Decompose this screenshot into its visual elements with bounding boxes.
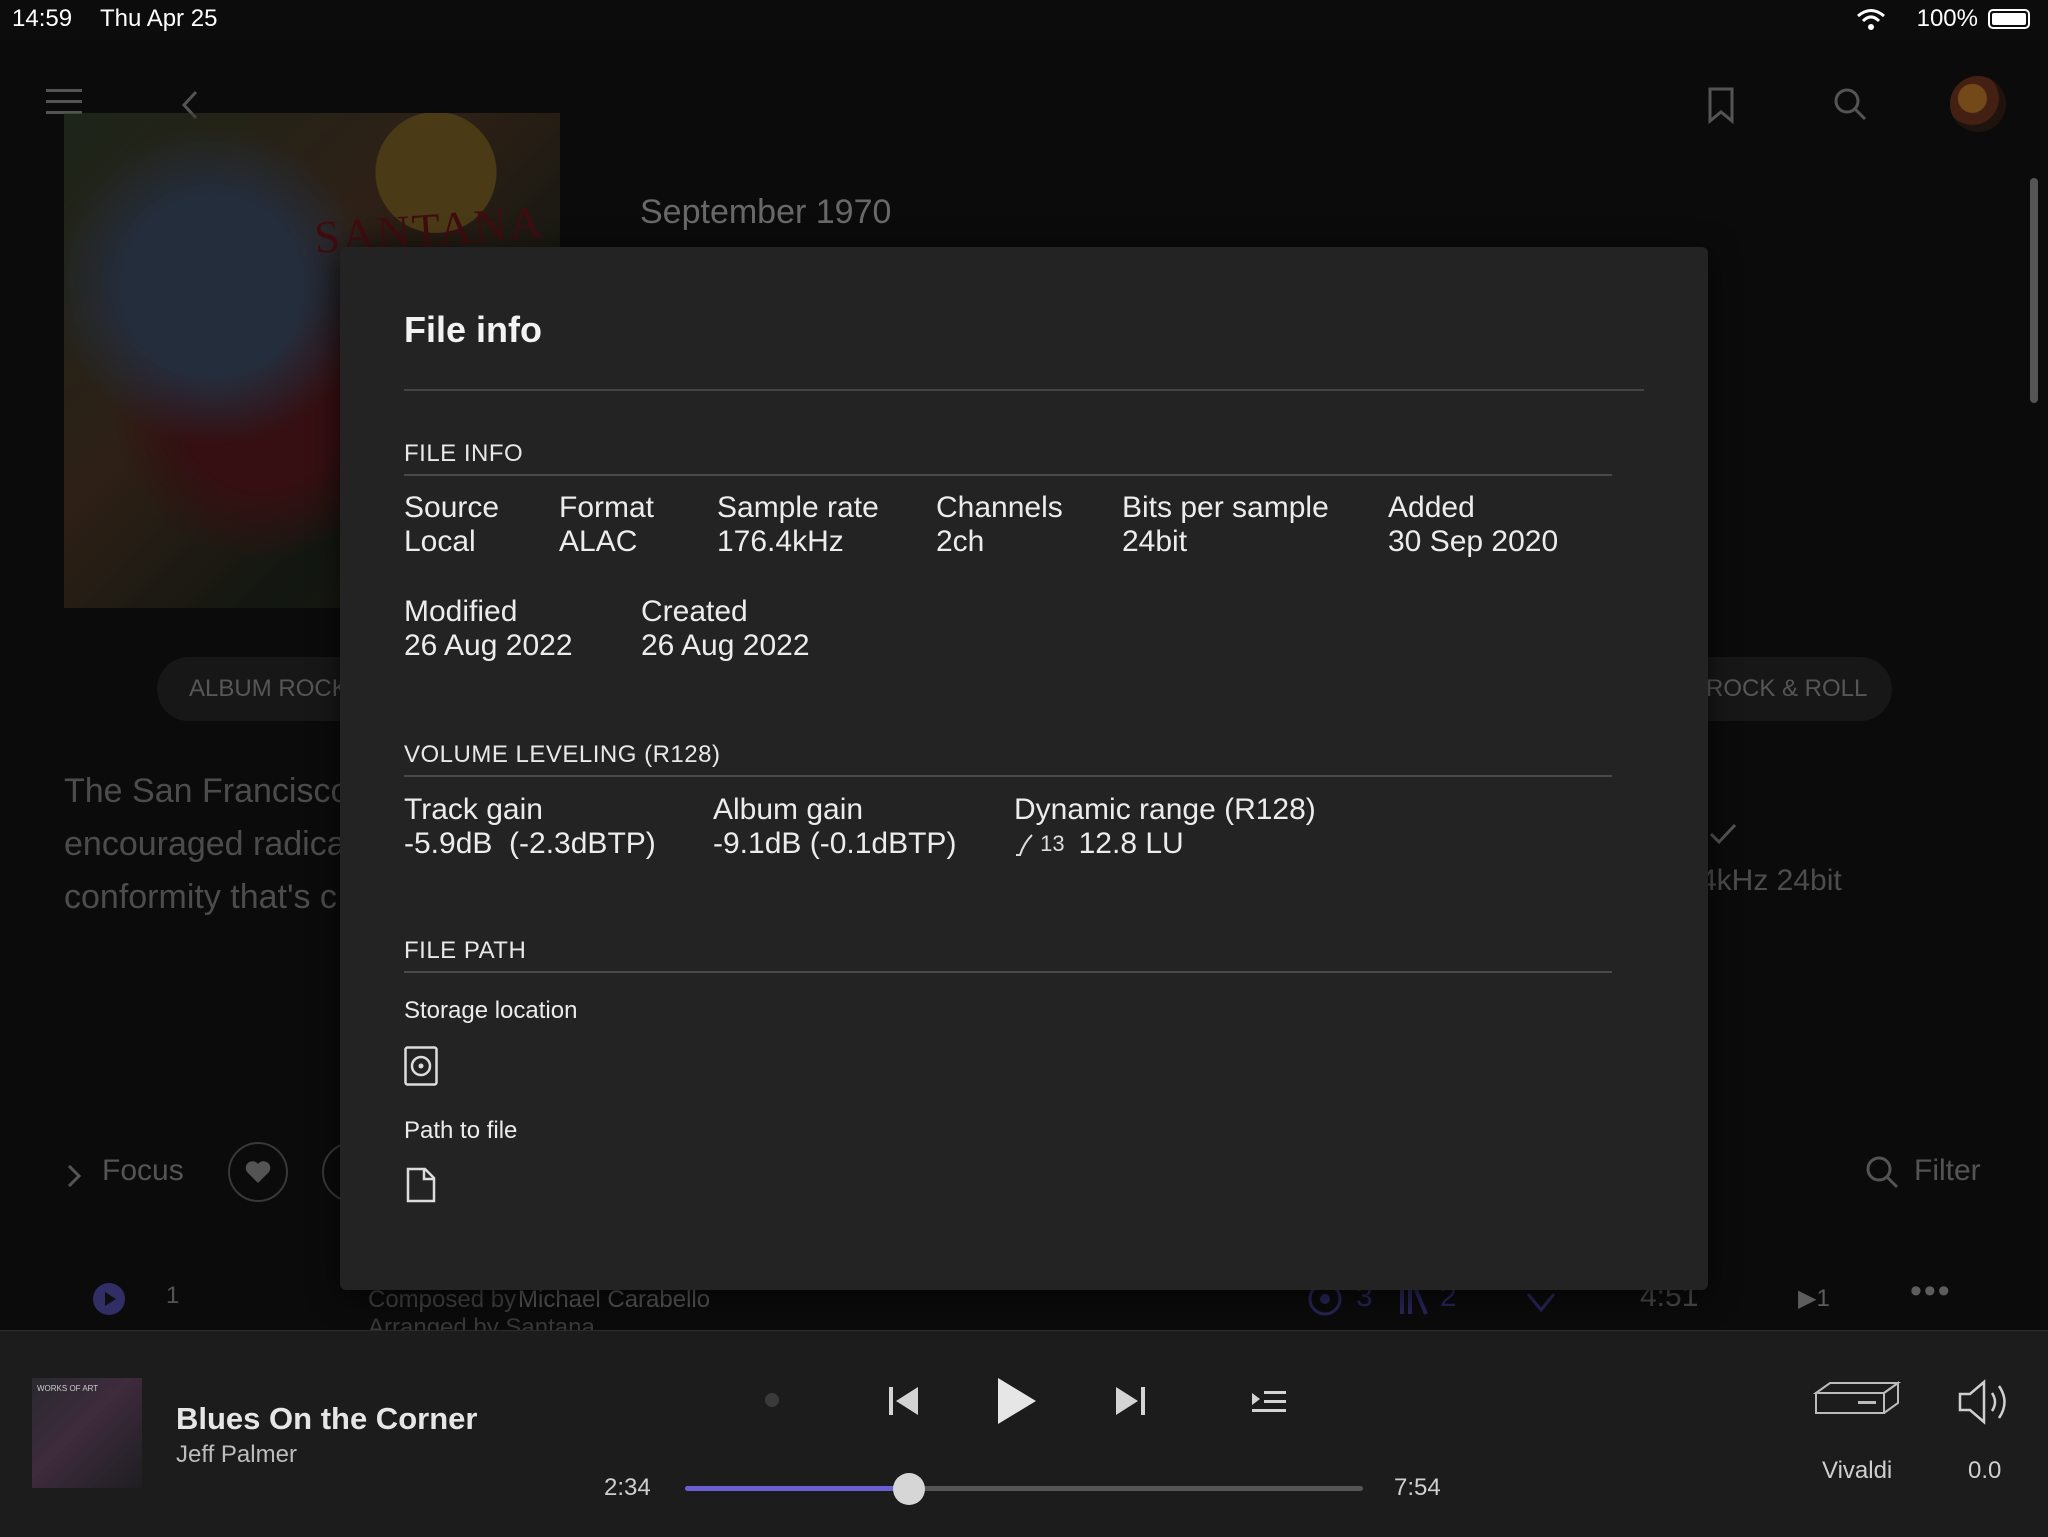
field-track-gain: Track gain -5.9dB (-2.3dBTP) bbox=[404, 793, 656, 861]
output-device-label[interactable]: Vivaldi bbox=[1822, 1457, 1892, 1485]
section-divider bbox=[404, 971, 1612, 973]
field-album-gain: Album gain -9.1dB (-0.1dBTP) bbox=[713, 793, 956, 861]
device-icon[interactable] bbox=[1812, 1379, 1902, 1423]
field-label: Channels bbox=[936, 491, 1063, 524]
section-divider bbox=[404, 775, 1612, 777]
dynamic-range-label: Dynamic range (R128) bbox=[1014, 793, 1316, 826]
field-value: ALAC bbox=[559, 525, 638, 558]
queue-icon[interactable] bbox=[1250, 1385, 1288, 1417]
total-time: 7:54 bbox=[1394, 1474, 1441, 1501]
field-label: Added bbox=[1388, 491, 1475, 524]
field-source: Source Local bbox=[404, 491, 499, 559]
dynamic-range-icon: 13 bbox=[1014, 831, 1065, 857]
status-time: 14:59 bbox=[12, 5, 73, 32]
field-label: Bits per sample bbox=[1122, 491, 1329, 524]
path-to-file-label: Path to file bbox=[404, 1117, 518, 1144]
track-gain-value: -5.9dB (-2.3dBTP) bbox=[404, 827, 656, 860]
album-gain-value: -9.1dB (-0.1dBTP) bbox=[713, 827, 957, 860]
now-playing-title[interactable]: Blues On the Corner bbox=[176, 1401, 477, 1437]
field-label: Created bbox=[641, 595, 748, 628]
section-divider bbox=[404, 474, 1612, 476]
section-heading-volume-leveling: VOLUME LEVELING (R128) bbox=[404, 741, 721, 768]
volume-value: 0.0 bbox=[1968, 1457, 2002, 1484]
storage-location-label: Storage location bbox=[404, 997, 578, 1024]
dynamic-range-value: 12.8 LU bbox=[1078, 827, 1184, 860]
field-modified: Modified 26 Aug 2022 bbox=[404, 595, 573, 663]
field-label: Format bbox=[559, 491, 655, 524]
dialog-title: File info bbox=[404, 309, 542, 350]
field-sample-rate: Sample rate 176.4kHz bbox=[717, 491, 879, 559]
field-value: 26 Aug 2022 bbox=[641, 629, 810, 662]
previous-icon[interactable] bbox=[886, 1381, 922, 1421]
dynamic-range-curve-icon bbox=[1016, 834, 1033, 857]
status-date: Thu Apr 25 bbox=[100, 5, 218, 32]
album-gain-label: Album gain bbox=[713, 793, 864, 826]
file-info-dialog: File info FILE INFO Source Local Format … bbox=[340, 247, 1708, 1290]
field-label: Sample rate bbox=[717, 491, 879, 524]
field-value: 24bit bbox=[1122, 525, 1188, 558]
field-value: Local bbox=[404, 525, 476, 558]
player-bar: WORKS OF ART Blues On the Corner Jeff Pa… bbox=[0, 1330, 2048, 1537]
dynamic-range-row: 13 12.8 LU bbox=[1014, 827, 1316, 861]
section-heading-file-path: FILE PATH bbox=[404, 937, 527, 964]
status-bar: 14:59 Thu Apr 25 100% bbox=[0, 0, 2048, 40]
progress-thumb[interactable] bbox=[893, 1473, 925, 1505]
dynamic-range-badge: 13 bbox=[1040, 830, 1065, 856]
field-value: 30 Sep 2020 bbox=[1388, 525, 1559, 558]
now-playing-art-text: WORKS OF ART bbox=[37, 1384, 99, 1393]
title-divider bbox=[404, 389, 1644, 391]
hard-drive-icon[interactable] bbox=[404, 1046, 438, 1086]
field-value: 2ch bbox=[936, 525, 985, 558]
now-playing-art[interactable]: WORKS OF ART bbox=[32, 1378, 142, 1488]
play-icon[interactable] bbox=[994, 1375, 1038, 1427]
indicator-dot bbox=[765, 1393, 779, 1407]
field-label: Source bbox=[404, 491, 500, 524]
track-gain-label: Track gain bbox=[404, 793, 543, 826]
elapsed-time: 2:34 bbox=[604, 1474, 651, 1501]
next-icon[interactable] bbox=[1112, 1381, 1148, 1421]
wifi-icon bbox=[1857, 9, 1885, 30]
battery-percent: 100% bbox=[1916, 5, 1978, 32]
field-dynamic-range: Dynamic range (R128) 13 12.8 LU bbox=[1014, 793, 1316, 861]
field-channels: Channels 2ch bbox=[936, 491, 1063, 559]
now-playing-artist[interactable]: Jeff Palmer bbox=[176, 1441, 297, 1469]
field-created: Created 26 Aug 2022 bbox=[641, 595, 810, 663]
file-icon[interactable] bbox=[406, 1167, 436, 1203]
field-format: Format ALAC bbox=[559, 491, 654, 559]
section-heading-file-info: FILE INFO bbox=[404, 440, 524, 467]
field-label: Modified bbox=[404, 595, 518, 628]
volume-icon[interactable] bbox=[1956, 1377, 2016, 1427]
progress-fill bbox=[685, 1486, 909, 1491]
field-bits-per-sample: Bits per sample 24bit bbox=[1122, 491, 1329, 559]
field-value: 26 Aug 2022 bbox=[404, 629, 573, 662]
battery-icon bbox=[1988, 9, 2030, 29]
field-value: 176.4kHz bbox=[717, 525, 844, 558]
scrollbar[interactable] bbox=[2030, 178, 2038, 403]
field-added: Added 30 Sep 2020 bbox=[1388, 491, 1558, 559]
